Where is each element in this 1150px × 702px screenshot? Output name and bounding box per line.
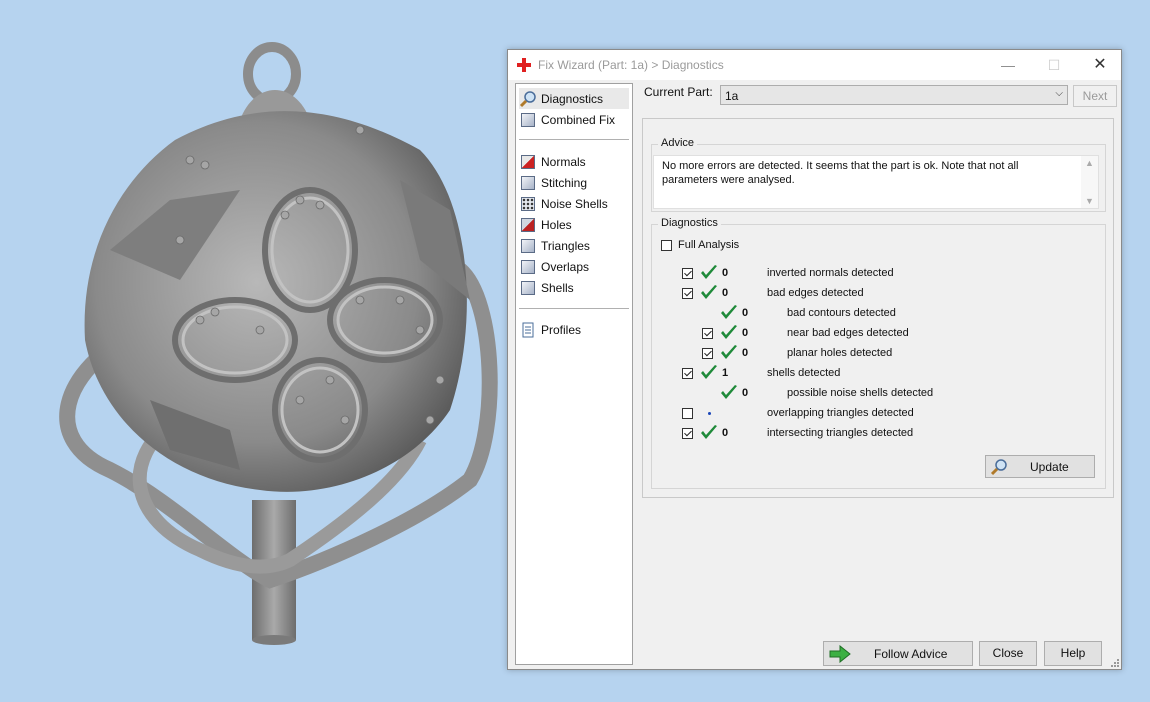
magnifier-icon: [990, 459, 1007, 476]
sidebar-item-label: Stitching: [541, 175, 588, 190]
sidebar-item-holes[interactable]: Holes: [519, 214, 629, 235]
diagnostic-label: planar holes detected: [787, 347, 893, 359]
diagnostic-count: 0: [722, 427, 729, 439]
green-check-icon: [701, 265, 717, 279]
sidebar-item-normals[interactable]: Normals: [519, 151, 629, 172]
full-analysis-checkbox[interactable]: [661, 240, 672, 251]
diagnostic-label: near bad edges detected: [787, 327, 909, 339]
advice-textbox[interactable]: No more errors are detected. It seems th…: [653, 155, 1099, 209]
sidebar-separator: [519, 139, 629, 140]
overlaps-icon: [519, 258, 537, 276]
diagnostic-label: overlapping triangles detected: [767, 407, 914, 419]
diagnostic-count: 0: [742, 327, 749, 339]
fix-wizard-window: Fix Wizard (Part: 1a) > Diagnostics — ☐ …: [507, 49, 1122, 670]
sidebar-item-label: Noise Shells: [541, 196, 608, 211]
sidebar-item-shells[interactable]: Shells: [519, 277, 629, 298]
diagnostic-label: possible noise shells detected: [787, 387, 934, 399]
normals-cube-icon: [519, 153, 537, 171]
current-part-label: Current Part:: [644, 85, 713, 99]
sidebar-item-label: Normals: [541, 154, 586, 169]
diagnostic-label: bad contours detected: [787, 307, 896, 319]
diagnostic-count: 0: [722, 287, 729, 299]
sidebar-item-label: Triangles: [541, 238, 590, 253]
sidebar-item-combined-fix[interactable]: Combined Fix: [519, 109, 629, 130]
help-button[interactable]: Help: [1044, 641, 1102, 666]
diagnostic-checkbox[interactable]: [702, 348, 713, 359]
follow-advice-label: Follow Advice: [874, 647, 948, 661]
sidebar-item-diagnostics[interactable]: Diagnostics: [519, 88, 629, 109]
sidebar-separator: [519, 308, 629, 309]
diagnostic-count: 0: [742, 347, 749, 359]
scroll-down-icon: ▼: [1085, 196, 1094, 206]
diagnostics-title: Diagnostics: [658, 217, 721, 229]
green-check-icon: [721, 325, 737, 339]
sidebar-item-overlaps[interactable]: Overlaps: [519, 256, 629, 277]
current-part-value: 1a: [725, 89, 739, 103]
noise-shells-icon: [519, 195, 537, 213]
chevron-down-icon: ⌵: [1055, 88, 1063, 99]
green-check-icon: [701, 365, 717, 379]
wizard-sidebar: Diagnostics Combined Fix Normals Stitchi…: [515, 83, 633, 665]
stitching-icon: [519, 174, 537, 192]
green-check-icon: [721, 385, 737, 399]
sidebar-item-label: Overlaps: [541, 259, 590, 274]
green-arrow-icon: [829, 645, 851, 663]
advice-title: Advice: [658, 137, 698, 149]
shells-icon: [519, 279, 537, 297]
window-title: Fix Wizard (Part: 1a) > Diagnostics: [538, 58, 724, 72]
close-button[interactable]: Close: [979, 641, 1037, 666]
diagnostic-checkbox[interactable]: [682, 428, 693, 439]
diagnostic-label: bad edges detected: [767, 287, 864, 299]
sidebar-item-stitching[interactable]: Stitching: [519, 172, 629, 193]
magnifier-icon: [519, 90, 537, 108]
scroll-up-icon: ▲: [1085, 158, 1094, 168]
green-check-icon: [721, 305, 737, 319]
maximize-button[interactable]: ☐: [1031, 50, 1077, 80]
sidebar-item-label: Combined Fix: [541, 112, 616, 127]
update-button[interactable]: Update: [985, 455, 1095, 478]
minimize-button[interactable]: —: [985, 50, 1031, 80]
diagnostic-label: shells detected: [767, 367, 841, 379]
diagnostic-label: intersecting triangles detected: [767, 427, 914, 439]
diagnostic-checkbox[interactable]: [682, 368, 693, 379]
triangles-icon: [519, 237, 537, 255]
update-label: Update: [1030, 460, 1069, 474]
diagnostics-panel: Advice No more errors are detected. It s…: [642, 118, 1114, 498]
diagnostic-checkbox[interactable]: [682, 288, 693, 299]
sidebar-item-profiles[interactable]: Profiles: [519, 319, 629, 340]
sidebar-item-label: Holes: [541, 217, 572, 232]
full-analysis-label: Full Analysis: [678, 239, 740, 251]
resize-grip-icon[interactable]: [1109, 657, 1119, 667]
title-bar[interactable]: Fix Wizard (Part: 1a) > Diagnostics — ☐ …: [508, 50, 1121, 80]
diagnostic-checkbox[interactable]: [702, 328, 713, 339]
diagnostic-count: 0: [722, 267, 729, 279]
advice-text: No more errors are detected. It seems th…: [662, 160, 1019, 186]
advice-scrollbar[interactable]: ▲ ▼: [1081, 156, 1098, 208]
diagnostic-checkbox[interactable]: [682, 268, 693, 279]
red-cross-icon: [517, 58, 531, 72]
green-check-icon: [701, 425, 717, 439]
sidebar-item-triangles[interactable]: Triangles: [519, 235, 629, 256]
profiles-icon: [519, 321, 537, 339]
sidebar-item-label: Diagnostics: [541, 91, 604, 106]
diagnostic-checkbox[interactable]: [682, 408, 693, 419]
holes-icon: [519, 216, 537, 234]
diagnostic-count: 1: [722, 367, 729, 379]
next-button[interactable]: Next: [1073, 85, 1117, 107]
diagnostic-label: inverted normals detected: [767, 267, 894, 279]
diagnostic-count: 0: [742, 307, 749, 319]
pending-dot-icon: [708, 412, 711, 415]
green-check-icon: [701, 285, 717, 299]
green-check-icon: [721, 345, 737, 359]
follow-advice-button[interactable]: Follow Advice: [823, 641, 973, 666]
close-window-button[interactable]: ✕: [1077, 50, 1123, 80]
sidebar-item-noise-shells[interactable]: Noise Shells: [519, 193, 629, 214]
sidebar-item-label: Profiles: [541, 322, 582, 337]
diagnostic-count: 0: [742, 387, 749, 399]
current-part-dropdown[interactable]: 1a ⌵: [720, 85, 1068, 105]
sidebar-item-label: Shells: [541, 280, 574, 295]
combined-fix-icon: [519, 111, 537, 129]
